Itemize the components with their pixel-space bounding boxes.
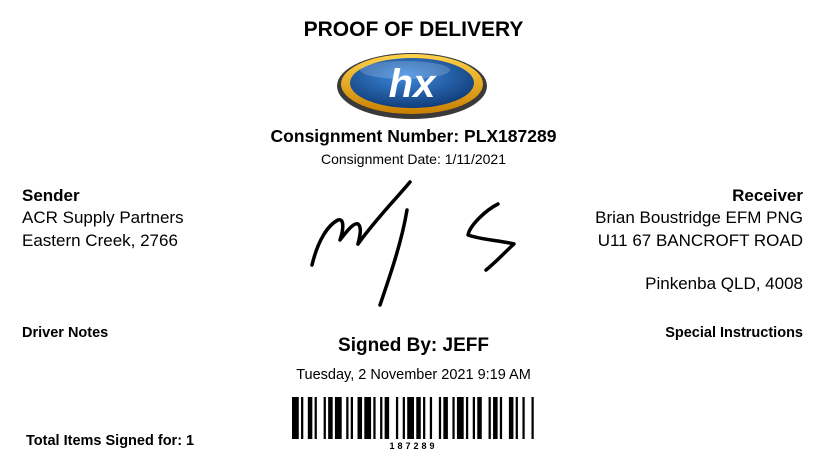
barcode-bar: [508, 397, 514, 439]
barcode-bar: [364, 397, 372, 439]
barcode-bar: [488, 397, 491, 439]
sender-heading: Sender: [22, 186, 80, 205]
barcode: [292, 397, 534, 439]
logo-text: hx: [389, 62, 437, 106]
barcode-bar: [416, 397, 421, 439]
barcode-bar: [407, 397, 414, 439]
receiver-street: U11 67 BANCROFT ROAD: [597, 231, 803, 250]
signed-date: Tuesday, 2 November 2021 9:19 AM: [296, 367, 531, 383]
barcode-bar: [292, 397, 299, 439]
barcode-bar: [531, 397, 534, 439]
barcode-bar: [328, 397, 333, 439]
barcode-bar: [323, 397, 326, 439]
barcode-bar: [493, 397, 498, 439]
barcode-bar: [314, 397, 317, 439]
barcode-bar: [515, 397, 518, 439]
barcode-bar: [307, 397, 313, 439]
barcode-bar: [350, 397, 353, 439]
consignment-number: Consignment Number: PLX187289: [270, 126, 557, 146]
receiver-heading: Receiver: [732, 186, 803, 205]
barcode-bar: [522, 397, 525, 439]
barcode-bar: [301, 397, 304, 439]
barcode-bar: [456, 397, 464, 439]
barcode-bar: [357, 397, 363, 439]
receiver-name: Brian Boustridge EFM PNG: [595, 208, 803, 227]
barcode-number: 187289: [389, 441, 438, 451]
barcode-bar: [443, 397, 448, 439]
sender-name: ACR Supply Partners: [22, 208, 184, 227]
receiver-suburb: Pinkenba QLD, 4008: [645, 274, 803, 293]
barcode-bar: [438, 397, 442, 439]
barcode-bar: [465, 397, 469, 439]
barcode-bar: [384, 397, 390, 439]
barcode-bar: [452, 397, 455, 439]
hx-logo: hx: [337, 53, 487, 119]
signed-by: Signed By: JEFF: [338, 335, 489, 356]
handwritten-signature: [310, 180, 516, 307]
barcode-bar: [380, 397, 383, 439]
barcode-bar: [423, 397, 426, 439]
barcode-bar: [402, 397, 405, 439]
barcode-bar: [429, 397, 433, 439]
document-title: PROOF OF DELIVERY: [303, 18, 524, 41]
sender-address: Eastern Creek, 2766: [22, 231, 178, 250]
consignment-date: Consignment Date: 1/11/2021: [321, 151, 506, 167]
barcode-bar: [395, 397, 399, 439]
barcode-bar: [346, 397, 349, 439]
barcode-bar: [477, 397, 482, 439]
barcode-bar: [472, 397, 475, 439]
barcode-bar: [373, 397, 376, 439]
barcode-bar: [499, 397, 503, 439]
barcode-bar: [334, 397, 342, 439]
